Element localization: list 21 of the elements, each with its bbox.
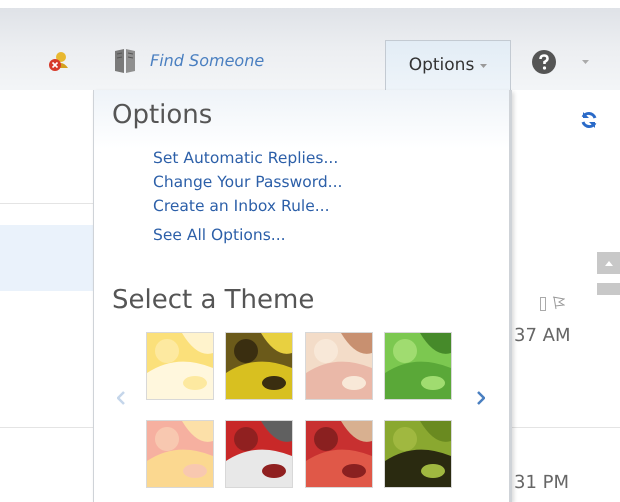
flag-icon[interactable] xyxy=(552,296,565,310)
caret-icon[interactable] xyxy=(582,60,589,64)
find-someone-link[interactable]: Find Someone xyxy=(150,49,264,73)
menu-link[interactable]: Set Automatic Replies... xyxy=(153,146,338,170)
message-time: 31 PM xyxy=(514,471,570,495)
menu-link[interactable]: Create an Inbox Rule... xyxy=(153,194,330,218)
section-heading: Select a Theme xyxy=(112,287,316,313)
options-button[interactable]: Options xyxy=(385,40,511,91)
arrow-up-icon xyxy=(604,260,612,266)
person-icon[interactable] xyxy=(48,50,70,72)
menu-link[interactable]: See All Options... xyxy=(153,223,286,247)
book-icon[interactable] xyxy=(114,48,136,74)
refresh-icon[interactable] xyxy=(580,111,598,129)
menu-title: Options xyxy=(112,102,214,128)
document-icon[interactable] xyxy=(540,297,546,311)
caret-icon xyxy=(480,64,488,68)
scroll-up-button[interactable] xyxy=(597,252,620,274)
message-time: 37 AM xyxy=(514,324,570,348)
help-icon[interactable] xyxy=(532,50,556,74)
scroll-thumb[interactable] xyxy=(597,283,620,295)
menu-link[interactable]: Change Your Password... xyxy=(153,170,342,194)
